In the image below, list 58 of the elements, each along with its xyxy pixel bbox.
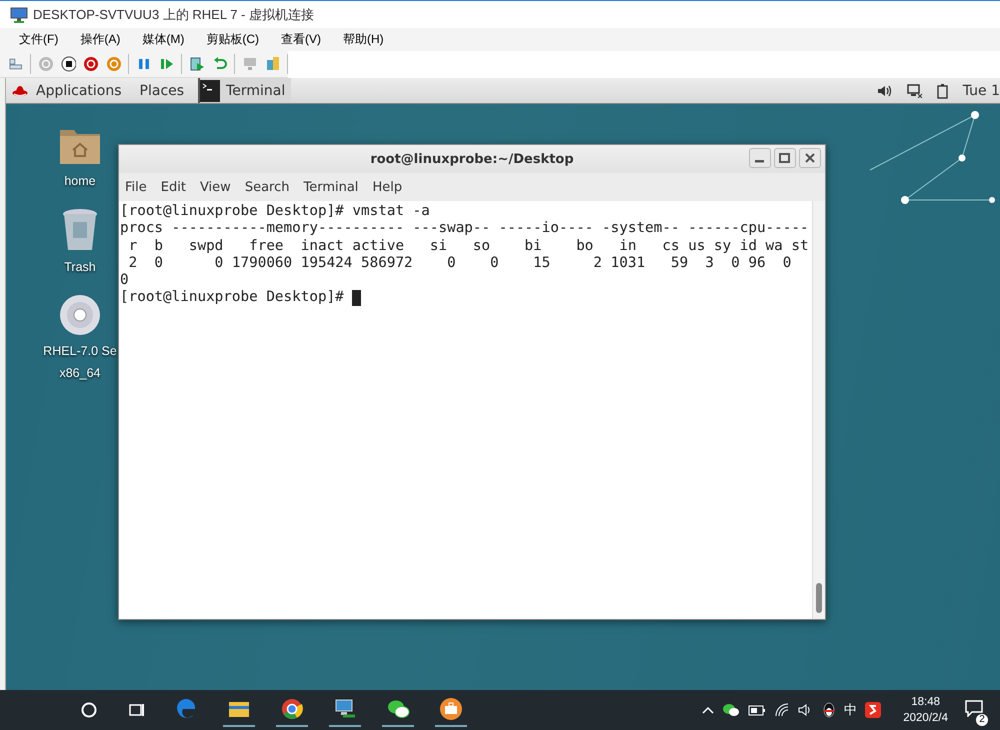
text-cursor — [352, 290, 362, 306]
terminal-line: procs -----------memory---------- ---swap-- -----io---- -system-- ------cpu----- — [120, 220, 809, 238]
dvd-icon[interactable] — [59, 294, 101, 336]
active-app-button[interactable]: Terminal — [198, 78, 292, 103]
close-icon[interactable] — [799, 148, 821, 168]
terminal-line: 2 0 0 1790060 195424 586972 0 0 15 2 1031 59 3 0 96 0 — [128, 254, 792, 272]
minimize-icon[interactable] — [749, 148, 771, 168]
reset-icon[interactable] — [106, 56, 122, 72]
input-method-icon[interactable] — [865, 702, 882, 718]
taskbar-clock[interactable]: 18:48 2020/2/4 — [903, 694, 948, 726]
chat-bubbles-icon[interactable] — [722, 703, 740, 717]
wifi-icon[interactable] — [774, 703, 790, 717]
revert-icon[interactable] — [212, 56, 228, 72]
menu-item[interactable]: Edit — [160, 180, 186, 194]
monitor-icon — [10, 6, 28, 22]
volume-icon[interactable] — [876, 84, 893, 98]
terminal-title: root@linuxprobe:~/Desktop — [370, 152, 574, 166]
menu-item[interactable]: View — [200, 180, 231, 194]
stop-icon[interactable] — [60, 56, 76, 72]
applications-menu[interactable]: Applications — [36, 82, 122, 98]
chevron-up-icon[interactable] — [702, 706, 714, 714]
menu-item[interactable]: Help — [372, 180, 402, 194]
menu-item[interactable]: 剪贴板(C) — [195, 31, 270, 48]
terminal-icon — [200, 80, 220, 102]
menu-item[interactable]: 查看(V) — [270, 31, 332, 48]
notification-icon[interactable] — [964, 698, 984, 716]
menu-item[interactable]: Terminal — [303, 180, 358, 194]
clock[interactable]: Tue 1 — [962, 82, 1000, 98]
desktop-icon-label: home — [64, 173, 96, 190]
terminal-line: 0 — [120, 272, 129, 290]
menu-item[interactable]: File — [125, 180, 147, 194]
snapshot-icon[interactable] — [189, 56, 205, 72]
menu-item[interactable]: Search — [244, 180, 290, 194]
pause-icon[interactable] — [136, 56, 152, 72]
terminal-line: [root@linuxprobe Desktop]# — [120, 289, 345, 307]
battery-icon[interactable] — [936, 82, 949, 98]
menu-item[interactable]: 操作(A) — [69, 31, 132, 48]
terminal-line: r b swpd free inact active si so bi bo in cs us sy id wa st — [128, 238, 809, 255]
places-menu[interactable]: Places — [140, 82, 184, 98]
menu-item[interactable]: 文件(F) — [8, 31, 70, 48]
play-icon[interactable] — [158, 56, 174, 72]
scrollbar[interactable] — [812, 201, 825, 619]
desktop-icon-label: RHEL-7.0 Se x86_64 — [43, 343, 117, 382]
menu-item[interactable]: 媒体(M) — [131, 31, 196, 48]
input-method-indicator[interactable]: 中 — [844, 701, 858, 719]
scroll-thumb[interactable] — [816, 583, 822, 613]
hat-icon — [12, 84, 28, 98]
menu-item[interactable]: 帮助(H) — [332, 31, 395, 48]
maximize-icon[interactable] — [774, 148, 796, 168]
layout-icon[interactable] — [8, 56, 24, 72]
notification-badge: 2 — [976, 714, 988, 726]
battery-icon[interactable] — [748, 703, 766, 717]
clipboard-icon[interactable] — [264, 56, 280, 72]
trash-icon[interactable] — [61, 208, 99, 252]
desktop-icon-label: Trash — [64, 259, 96, 276]
window-title: DESKTOP-SVTVUU3 上的 RHEL 7 - 虚拟机连接 — [33, 6, 314, 24]
terminal-line: [root@linuxprobe Desktop]# vmstat -a — [120, 203, 430, 220]
shutdown-icon[interactable] — [83, 56, 99, 72]
